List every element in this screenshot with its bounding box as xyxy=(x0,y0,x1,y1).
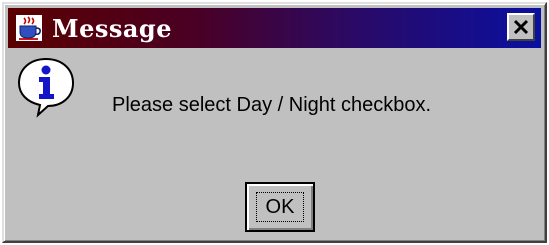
information-icon xyxy=(16,56,76,118)
java-cup-icon[interactable] xyxy=(14,13,44,43)
ok-button-label: OK xyxy=(256,192,304,222)
message-dialog: Message Please select Day / Night checkb… xyxy=(2,2,547,243)
close-button[interactable] xyxy=(507,13,535,41)
window-title: Message xyxy=(52,13,172,43)
title-bar[interactable]: Message xyxy=(8,8,541,48)
close-icon xyxy=(513,19,529,35)
message-text: Please select Day / Night checkbox. xyxy=(112,94,432,116)
ok-button[interactable]: OK xyxy=(245,182,315,232)
